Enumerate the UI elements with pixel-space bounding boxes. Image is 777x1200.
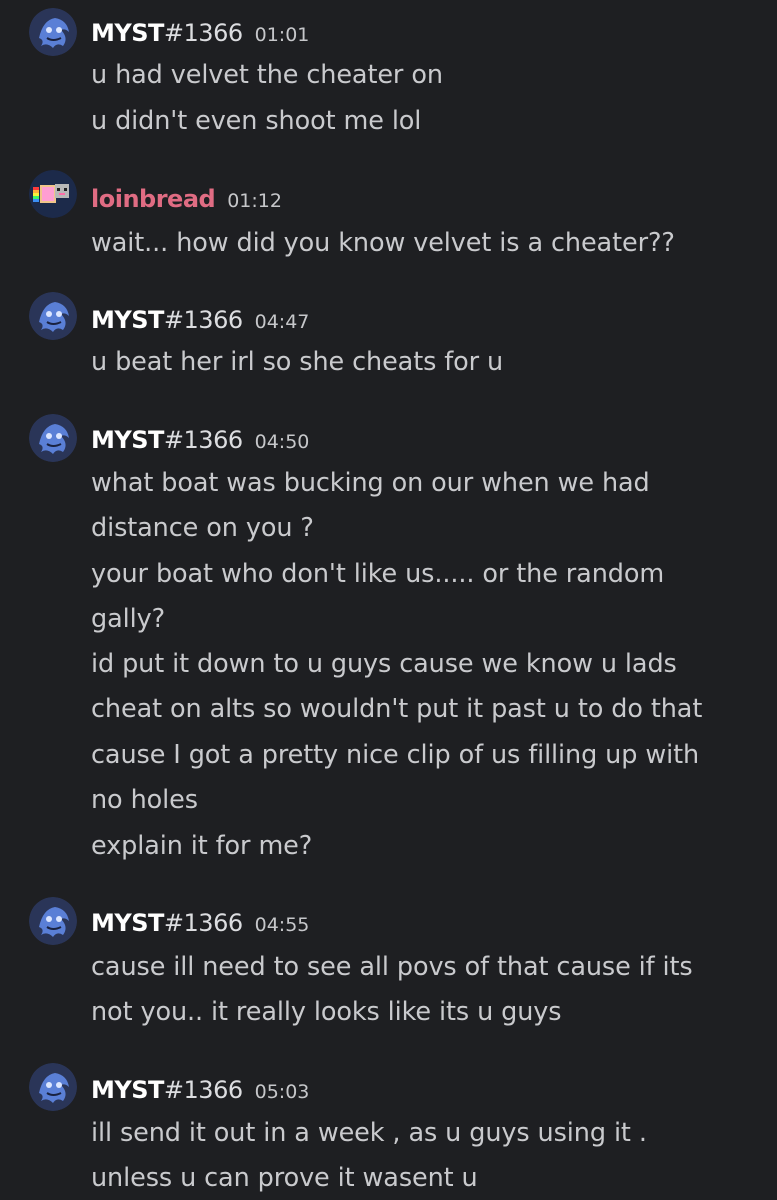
- message-line: distance on you ?: [91, 513, 314, 543]
- timestamp[interactable]: 04:47: [255, 311, 310, 333]
- discriminator[interactable]: #1366: [164, 19, 243, 47]
- avatar-myst-icon[interactable]: [29, 8, 77, 56]
- message-line: your boat who don't like us..... or the …: [91, 559, 665, 589]
- message-line: cause ill need to see all povs of that c…: [91, 952, 693, 982]
- message-line: u didn't even shoot me lol: [91, 106, 422, 136]
- username[interactable]: MYST: [91, 19, 164, 47]
- avatar-myst-icon[interactable]: [29, 292, 77, 340]
- discriminator[interactable]: #1366: [164, 306, 243, 334]
- timestamp[interactable]: 01:12: [227, 190, 282, 212]
- message-line: what boat was bucking on our when we had: [91, 468, 650, 498]
- timestamp[interactable]: 01:01: [255, 24, 310, 46]
- timestamp[interactable]: 05:03: [255, 1081, 310, 1103]
- username[interactable]: loinbread: [91, 185, 216, 213]
- message-line: cheat on alts so wouldn't put it past u …: [91, 694, 703, 724]
- message-line: ill send it out in a week , as u guys us…: [91, 1118, 647, 1148]
- username[interactable]: MYST: [91, 306, 164, 334]
- message-line: id put it down to u guys cause we know u…: [91, 649, 677, 679]
- message-line: not you.. it really looks like its u guy…: [91, 997, 562, 1027]
- message-header: MYST#1366 05:03: [91, 1075, 309, 1105]
- message-line: u had velvet the cheater on: [91, 60, 443, 90]
- discriminator[interactable]: #1366: [164, 426, 243, 454]
- timestamp[interactable]: 04:55: [255, 914, 310, 936]
- message-header: MYST#1366 04:47: [91, 305, 309, 335]
- message-line: no holes: [91, 785, 198, 815]
- avatar-myst-icon[interactable]: [29, 897, 77, 945]
- discriminator[interactable]: #1366: [164, 1076, 243, 1104]
- message-line: cause I got a pretty nice clip of us fil…: [91, 740, 700, 770]
- username[interactable]: MYST: [91, 1076, 164, 1104]
- username[interactable]: MYST: [91, 909, 164, 937]
- message-header: loinbread 01:12: [91, 184, 282, 214]
- avatar-myst-icon[interactable]: [29, 414, 77, 462]
- message-line: wait... how did you know velvet is a che…: [91, 228, 675, 258]
- message-line: unless u can prove it wasent u: [91, 1163, 478, 1193]
- message-header: MYST#1366 01:01: [91, 18, 309, 48]
- discriminator[interactable]: #1366: [164, 909, 243, 937]
- timestamp[interactable]: 04:50: [255, 431, 310, 453]
- avatar-loinbread-icon[interactable]: [29, 170, 77, 218]
- message-line: explain it for me?: [91, 831, 313, 861]
- username[interactable]: MYST: [91, 426, 164, 454]
- message-header: MYST#1366 04:55: [91, 908, 309, 938]
- message-header: MYST#1366 04:50: [91, 425, 309, 455]
- avatar-myst-icon[interactable]: [29, 1063, 77, 1111]
- message-line: u beat her irl so she cheats for u: [91, 347, 504, 377]
- message-line: gally?: [91, 604, 166, 634]
